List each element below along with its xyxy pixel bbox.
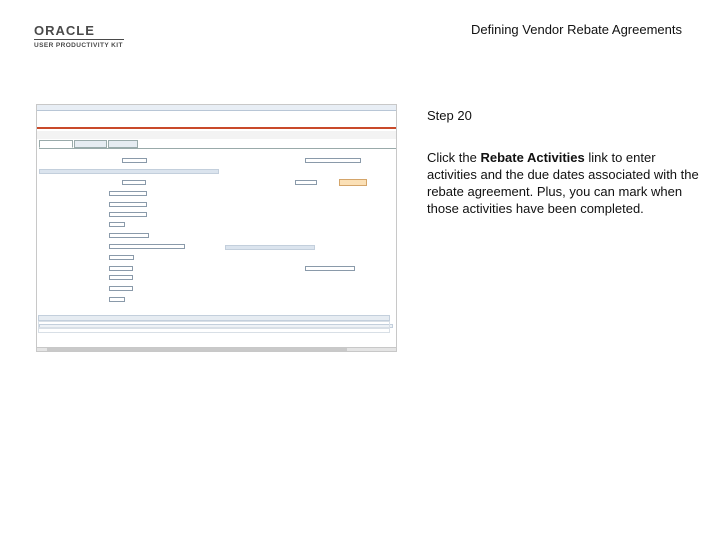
- screenshot-field: [109, 266, 133, 271]
- screenshot-field: [109, 297, 125, 302]
- logo-subtitle: USER PRODUCTIVITY KIT: [34, 42, 123, 49]
- screenshot-field: [295, 180, 317, 185]
- step-title: Step 20: [427, 108, 472, 123]
- screenshot-tab-active: [39, 140, 73, 148]
- screenshot-scrollbar-thumb: [47, 348, 347, 351]
- screenshot-field: [109, 212, 147, 217]
- screenshot-scrollbar: [37, 347, 396, 351]
- screenshot-tab: [74, 140, 107, 148]
- screenshot-field: [109, 191, 147, 196]
- step-highlight-rebate-activities: Rebate Activities: [480, 150, 585, 165]
- screenshot-field: [109, 286, 133, 291]
- screenshot-field: [305, 158, 361, 163]
- oracle-upk-logo: ORACLE USER PRODUCTIVITY KIT: [34, 24, 124, 49]
- screenshot-grid-row: [38, 321, 390, 328]
- screenshot-field: [109, 202, 147, 207]
- screenshot-field: [305, 266, 355, 271]
- screenshot-field: [109, 255, 134, 260]
- screenshot-grid-row: [38, 328, 390, 333]
- screenshot-button: [339, 179, 367, 186]
- logo-divider: [34, 39, 124, 40]
- screenshot-tab: [108, 140, 138, 148]
- screenshot-field: [109, 233, 149, 238]
- step-text-lead: Click the: [427, 150, 481, 165]
- screenshot-field: [122, 158, 147, 163]
- screenshot-field: [109, 275, 133, 280]
- screenshot-section-bar: [225, 245, 315, 250]
- screenshot-field: [122, 180, 146, 185]
- logo-wordmark: ORACLE: [34, 23, 95, 38]
- screenshot-field: [109, 244, 185, 249]
- document-title: Defining Vendor Rebate Agreements: [470, 22, 682, 37]
- screenshot-brand-bar: [37, 111, 396, 129]
- step-instructions: Click the Rebate Activities link to ente…: [427, 149, 707, 217]
- screenshot-section-bar: [39, 169, 219, 174]
- screenshot-toolbar: [37, 131, 396, 139]
- application-screenshot: [36, 104, 397, 352]
- screenshot-field: [109, 222, 125, 227]
